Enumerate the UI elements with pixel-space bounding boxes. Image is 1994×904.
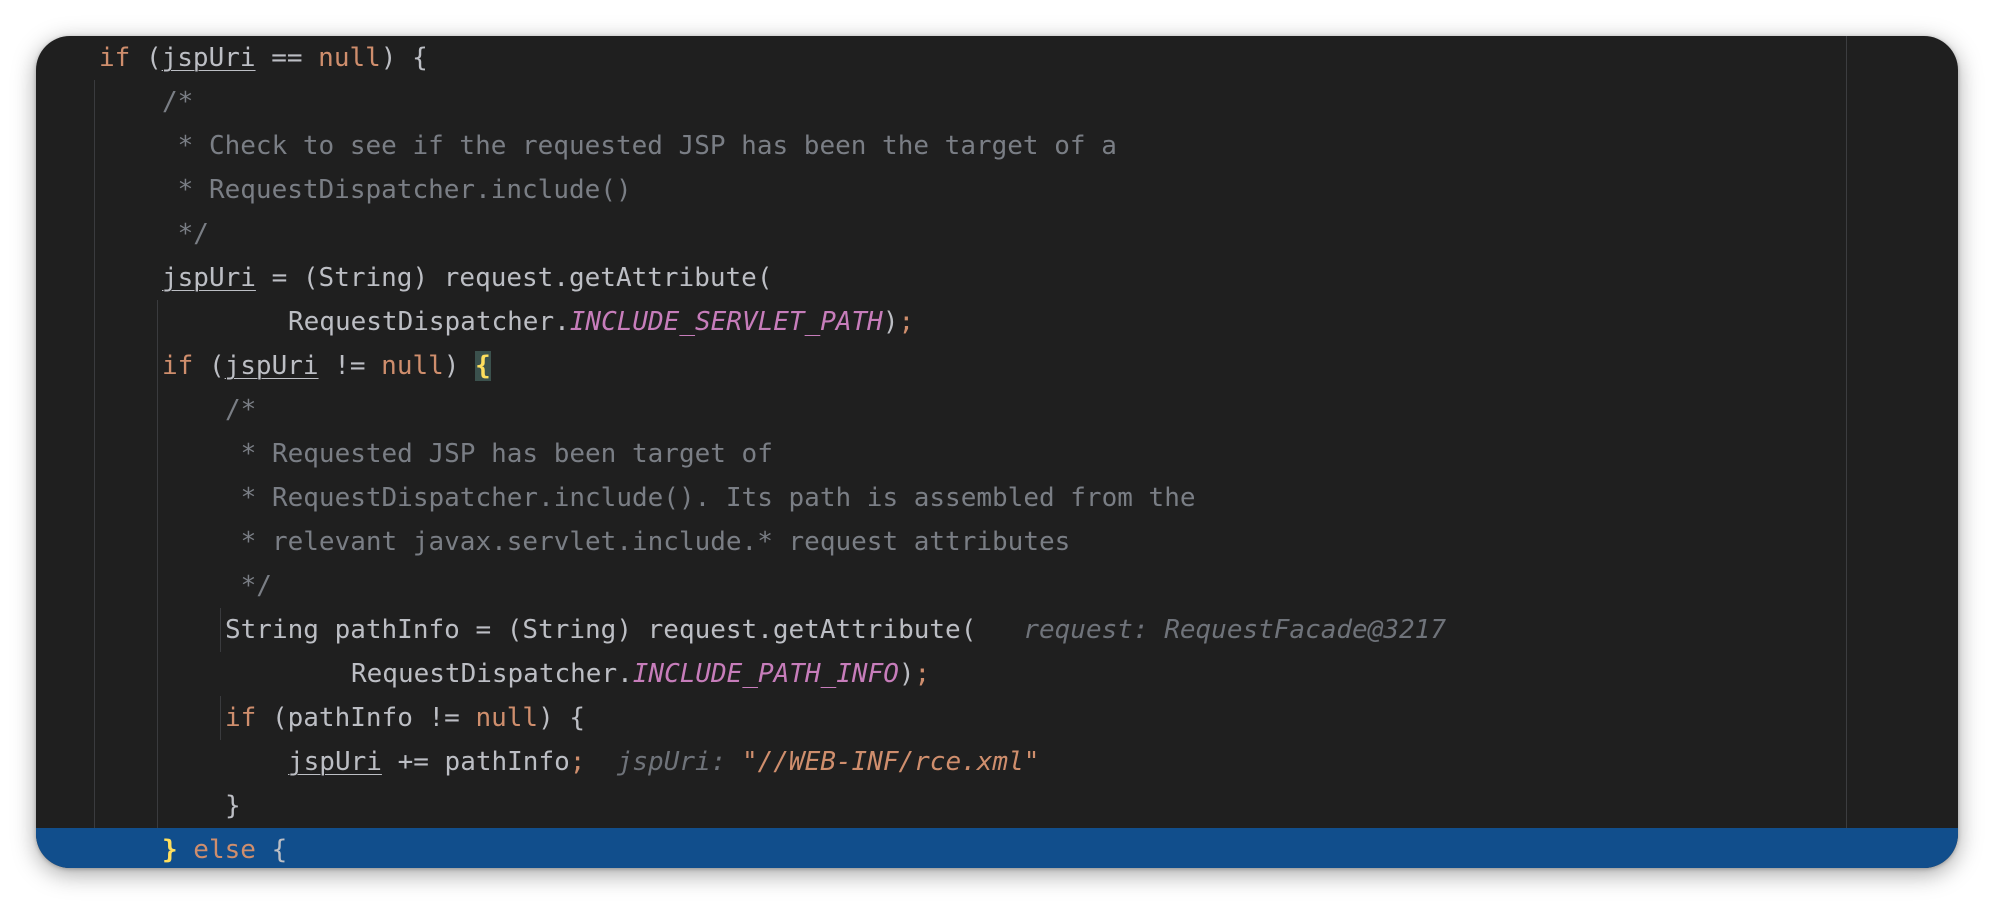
semicolon: ; bbox=[898, 307, 915, 337]
comment-text: * RequestDispatcher.include() bbox=[162, 175, 632, 205]
code-text: { bbox=[255, 835, 288, 865]
static-field: INCLUDE_PATH_INFO bbox=[632, 659, 899, 689]
comment-line: */ bbox=[36, 212, 1958, 256]
comment-text: */ bbox=[162, 219, 209, 249]
code-text: += pathInfo bbox=[381, 747, 570, 777]
code-text: == bbox=[255, 43, 319, 73]
code-text: != bbox=[318, 351, 382, 381]
comment-line: /* bbox=[36, 388, 1958, 432]
code-line: RequestDispatcher.INCLUDE_SERVLET_PATH); bbox=[36, 300, 1958, 344]
matched-brace: { bbox=[475, 351, 491, 381]
code-line: RequestDispatcher.INCLUDE_PATH_INFO); bbox=[36, 652, 1958, 696]
comment-text: */ bbox=[225, 571, 272, 601]
comment-line: * relevant javax.servlet.include.* reque… bbox=[36, 520, 1958, 564]
comment-line: */ bbox=[36, 564, 1958, 608]
code-text: ) { bbox=[538, 703, 586, 733]
comment-text: * RequestDispatcher.include(). Its path … bbox=[225, 483, 1196, 513]
code-text: ( bbox=[130, 43, 162, 73]
code-line: jspUri += pathInfo; jspUri: "//WEB-INF/r… bbox=[36, 740, 1958, 784]
comment-line: * Check to see if the requested JSP has … bbox=[36, 124, 1958, 168]
keyword: else bbox=[177, 835, 256, 865]
code-line: } bbox=[36, 784, 1958, 828]
semicolon: ; bbox=[914, 659, 931, 689]
keyword: if bbox=[99, 43, 131, 73]
semicolon: ; bbox=[569, 747, 586, 777]
static-field: INCLUDE_SERVLET_PATH bbox=[569, 307, 883, 337]
code-text: RequestDispatcher. bbox=[288, 307, 570, 337]
inline-debug-hint-value: "//WEB-INF/rce.xml" bbox=[741, 747, 1040, 777]
variable-jspuri: jspUri bbox=[288, 747, 382, 777]
comment-text: * Check to see if the requested JSP has … bbox=[162, 131, 1117, 161]
variable-jspuri: jspUri bbox=[162, 263, 256, 293]
code-text: } bbox=[225, 791, 241, 821]
comment-line: * Requested JSP has been target of bbox=[36, 432, 1958, 476]
keyword: if bbox=[162, 351, 194, 381]
comment-line: /* bbox=[36, 80, 1958, 124]
keyword: null bbox=[475, 703, 539, 733]
code-text: String pathInfo = (String) request.getAt… bbox=[225, 615, 977, 645]
code-text: ) bbox=[882, 307, 899, 337]
comment-text: /* bbox=[162, 87, 194, 117]
matched-brace: } bbox=[162, 835, 178, 865]
code-line: jspUri = (String) request.getAttribute( bbox=[36, 256, 1958, 300]
code-text: ) bbox=[898, 659, 915, 689]
comment-line: * RequestDispatcher.include() bbox=[36, 168, 1958, 212]
code-text: = (String) request.getAttribute( bbox=[255, 263, 773, 293]
code-area[interactable]: if (jspUri == null) { /* * Check to see … bbox=[36, 36, 1958, 868]
current-execution-line[interactable]: } else { bbox=[36, 828, 1958, 868]
code-text: ) bbox=[443, 351, 476, 381]
comment-line: * RequestDispatcher.include(). Its path … bbox=[36, 476, 1958, 520]
code-line: String pathInfo = (String) request.getAt… bbox=[36, 608, 1958, 652]
code-text: RequestDispatcher. bbox=[351, 659, 633, 689]
code-line: if (jspUri != null) { bbox=[36, 344, 1958, 388]
variable-jspuri: jspUri bbox=[161, 43, 256, 73]
inline-debug-hint-label: jspUri: bbox=[616, 747, 742, 777]
comment-text: * Requested JSP has been target of bbox=[225, 439, 773, 469]
code-text: ) { bbox=[380, 43, 428, 73]
comment-text: * relevant javax.servlet.include.* reque… bbox=[225, 527, 1071, 557]
keyword: null bbox=[381, 351, 444, 381]
code-text: ( bbox=[193, 351, 225, 381]
variable-jspuri: jspUri bbox=[224, 351, 319, 381]
inline-debug-hint: request: RequestFacade@3217 bbox=[1023, 615, 1446, 645]
code-text: (pathInfo != bbox=[256, 703, 476, 733]
code-line: if (pathInfo != null) { bbox=[36, 696, 1958, 740]
code-line: if (jspUri == null) { bbox=[36, 36, 1958, 80]
inline-spacer bbox=[585, 747, 616, 777]
comment-text: /* bbox=[225, 395, 257, 425]
keyword: if bbox=[225, 703, 257, 733]
code-editor-window: if (jspUri == null) { /* * Check to see … bbox=[36, 36, 1958, 868]
keyword: null bbox=[318, 43, 381, 73]
inline-spacer bbox=[976, 615, 1023, 645]
